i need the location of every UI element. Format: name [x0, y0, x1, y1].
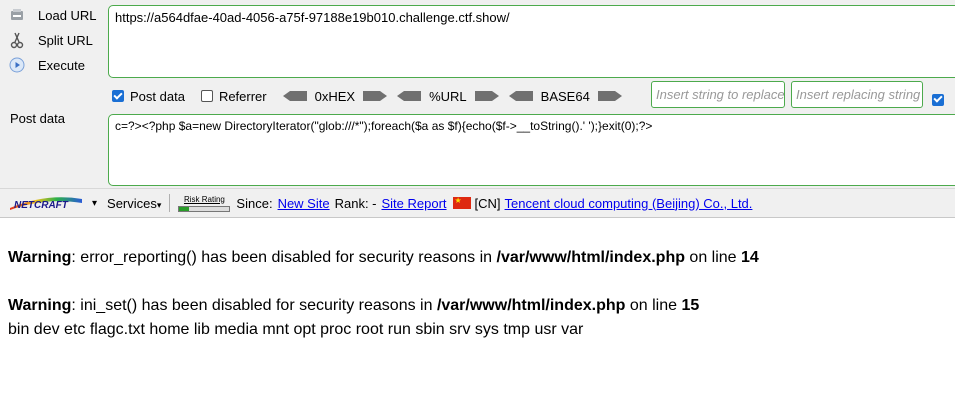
warning-line-2: Warning: ini_set() has been disabled for… [8, 294, 759, 318]
services-menu[interactable]: Services▾ [107, 196, 161, 211]
hex-encoder[interactable]: 0xHEX [282, 88, 388, 104]
options-row: Post data Referrer 0xHEX %URL BASE64 [112, 86, 632, 106]
base64-label: BASE64 [540, 88, 590, 104]
warning-on-line: on line [625, 297, 682, 314]
url-input[interactable]: https://a564dfae-40ad-4056-a75f-97188e19… [108, 5, 955, 78]
url-encoder[interactable]: %URL [397, 89, 499, 104]
netcraft-logo-text: NETCRAFT [14, 200, 69, 211]
netcraft-logo[interactable]: NETCRAFT [8, 195, 84, 211]
replace-placeholder: Insert string to replace [656, 87, 785, 102]
warning-prefix: Warning [8, 297, 72, 314]
left-arrow-icon[interactable] [508, 91, 533, 101]
netcraft-menu-dropdown-icon[interactable]: ▾ [92, 198, 97, 209]
split-url-label: Split URL [38, 32, 93, 48]
since-label: Since: [236, 195, 273, 211]
risk-rating-bar [178, 205, 231, 212]
hex-label: 0xHEX [314, 88, 356, 104]
directory-listing: bin dev etc flagc.txt home lib media mnt… [8, 321, 584, 338]
scissors-icon [8, 31, 26, 49]
referrer-checkbox[interactable]: Referrer [200, 88, 267, 104]
risk-rating[interactable]: Risk Rating [178, 194, 231, 212]
warning-file: /var/www/html/index.php [496, 249, 685, 266]
warning-file: /var/www/html/index.php [436, 297, 626, 314]
url-enc-label: %URL [429, 88, 467, 104]
warning-prefix: Warning [8, 249, 72, 266]
split-url-button[interactable]: Split URL [8, 29, 93, 51]
url-value: https://a564dfae-40ad-4056-a75f-97188e19… [115, 10, 510, 25]
post-data-checkbox[interactable]: Post data [112, 89, 185, 104]
base64-encoder[interactable]: BASE64 [508, 88, 622, 104]
post-data-checkbox-label: Post data [130, 88, 185, 104]
warning-message: : ini_set() has been disabled for securi… [71, 297, 437, 314]
rank-label: Rank: - [334, 195, 377, 211]
post-data-value: c=?><?php $a=new DirectoryIterator("glob… [115, 119, 653, 133]
warning-line-1: Warning: error_reporting() has been disa… [8, 246, 759, 270]
right-arrow-icon[interactable] [474, 91, 499, 101]
country-code: [CN] [474, 195, 501, 211]
replacing-string-input[interactable]: Insert replacing string [791, 81, 923, 108]
risk-rating-label: Risk Rating [183, 194, 225, 204]
since-link[interactable]: New Site [278, 196, 330, 211]
load-url-label: Load URL [38, 7, 97, 23]
warning-message: : error_reporting() has been disabled fo… [71, 249, 497, 266]
services-label: Services [107, 195, 157, 211]
replace-string-input[interactable]: Insert string to replace [651, 81, 785, 108]
hackbar-panel: Load URL Split URL Execute https://a564d… [0, 0, 955, 188]
post-data-input[interactable]: c=?><?php $a=new DirectoryIterator("glob… [108, 114, 955, 186]
warning-line-number: 14 [741, 249, 759, 266]
play-icon [8, 56, 26, 74]
host-link[interactable]: Tencent cloud computing (Beijing) Co., L… [505, 196, 753, 211]
replace-toggle-check[interactable] [932, 93, 944, 106]
replace-toggle-checkbox[interactable] [932, 89, 950, 107]
left-arrow-icon[interactable] [282, 91, 307, 101]
load-url-button[interactable]: Load URL [8, 4, 97, 26]
warning-line-number: 15 [681, 297, 700, 314]
post-data-check[interactable] [112, 90, 124, 102]
page-output: Warning: error_reporting() has been disa… [8, 246, 759, 342]
referrer-checkbox-label: Referrer [218, 88, 267, 104]
toolbar-divider [169, 194, 171, 212]
right-arrow-icon[interactable] [363, 91, 388, 101]
site-report-link[interactable]: Site Report [382, 196, 447, 211]
replacing-placeholder: Insert replacing string [796, 87, 921, 102]
load-url-icon [8, 6, 26, 24]
left-arrow-icon[interactable] [397, 91, 422, 101]
netcraft-toolbar: NETCRAFT ▾ Services▾ Risk Rating Since: … [0, 188, 955, 218]
china-flag-icon [452, 196, 471, 209]
execute-button[interactable]: Execute [8, 54, 85, 76]
warning-on-line: on line [684, 249, 742, 266]
right-arrow-icon[interactable] [597, 91, 622, 101]
services-dropdown-icon: ▾ [156, 199, 162, 210]
post-data-label: Post data [10, 111, 65, 126]
execute-label: Execute [38, 57, 85, 73]
referrer-check[interactable] [200, 90, 213, 102]
